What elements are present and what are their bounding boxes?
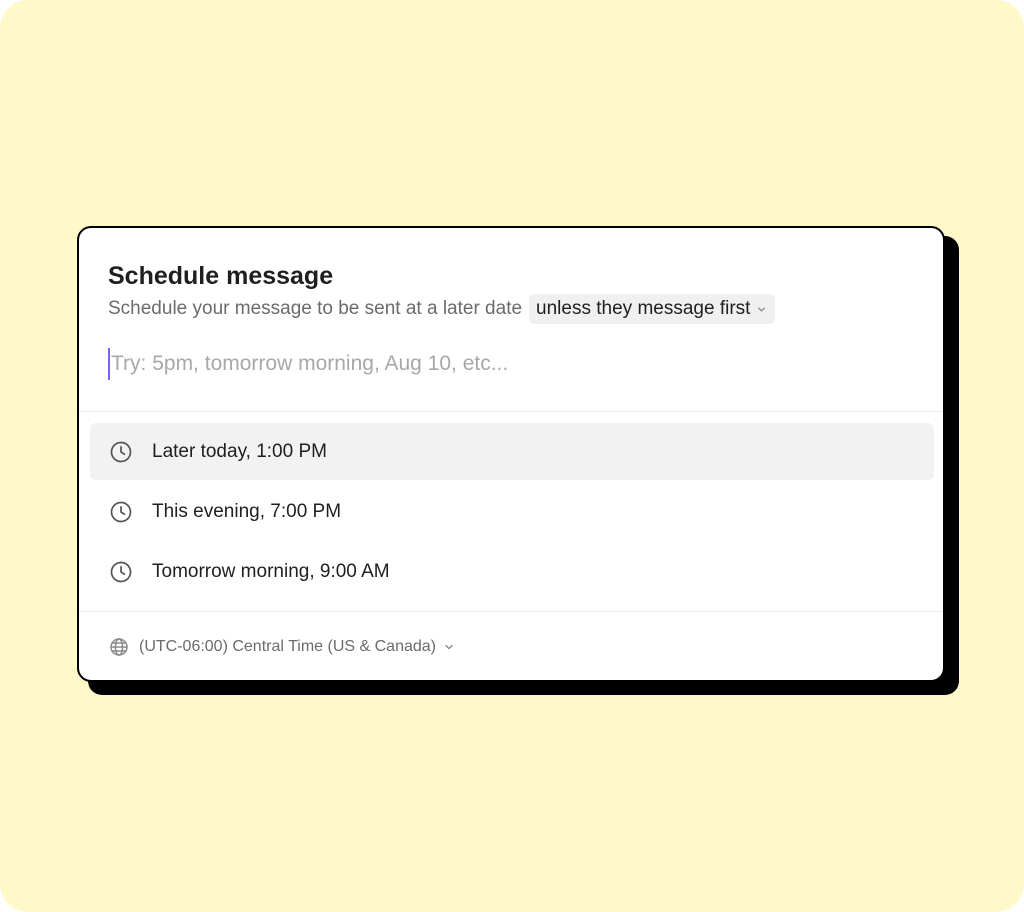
schedule-message-dialog: Schedule message Schedule your message t…: [77, 226, 945, 682]
time-input-wrapper: [108, 348, 911, 380]
globe-icon: [108, 636, 130, 658]
chevron-down-icon: [756, 304, 767, 315]
send-condition-dropdown[interactable]: unless they message first: [529, 294, 776, 324]
dialog-header: Schedule message Schedule your message t…: [108, 258, 923, 324]
option-label: This evening, 7:00 PM: [152, 500, 342, 522]
option-tomorrow-morning[interactable]: Tomorrow morning, 9:00 AM: [90, 543, 934, 600]
option-later-today[interactable]: Later today, 1:00 PM: [90, 423, 934, 480]
schedule-time-input[interactable]: [108, 348, 911, 380]
clock-icon: [108, 439, 134, 465]
subtitle-row: Schedule your message to be sent at a la…: [108, 294, 776, 324]
divider: [79, 611, 943, 612]
timezone-selector[interactable]: (UTC-06:00) Central Time (US & Canada): [108, 636, 455, 658]
clock-icon: [108, 559, 134, 585]
option-label: Later today, 1:00 PM: [152, 440, 327, 462]
send-condition-label: unless they message first: [536, 298, 751, 319]
chevron-down-icon: [443, 641, 455, 653]
dialog-subtitle: Schedule your message to be sent at a la…: [108, 298, 523, 319]
option-label: Tomorrow morning, 9:00 AM: [152, 560, 390, 582]
clock-icon: [108, 499, 134, 525]
divider: [79, 411, 943, 412]
quick-options-list: Later today, 1:00 PM This evening, 7:00 …: [90, 423, 934, 603]
dialog-title: Schedule message: [108, 262, 334, 290]
timezone-label: (UTC-06:00) Central Time (US & Canada): [139, 638, 436, 655]
option-this-evening[interactable]: This evening, 7:00 PM: [90, 483, 934, 540]
